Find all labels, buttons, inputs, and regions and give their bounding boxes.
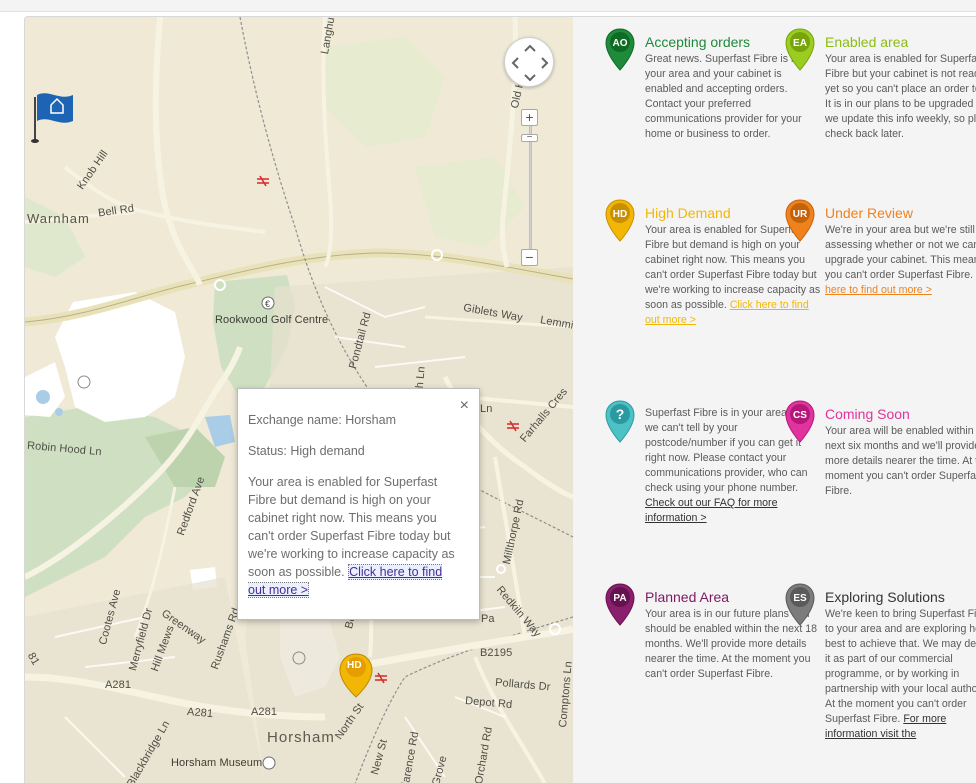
map-label-horsham-museum: Horsham Museum (171, 757, 263, 769)
zoom-in-button[interactable]: + (521, 109, 538, 126)
top-bar (0, 0, 976, 12)
legend-item-ur: UR Under Review We're in your area but we'… (785, 199, 976, 298)
legend-title: Exploring Solutions (825, 589, 945, 605)
map-label-horsham: Horsham (267, 729, 335, 746)
pan-down-icon (524, 74, 536, 82)
popup-status: Status: High demand (248, 444, 365, 458)
legend-description: Your area is enabled for Superfast Fibre… (825, 53, 976, 140)
legend-link[interactable]: Check out our FAQ for more information > (645, 497, 777, 524)
map-pin-icon: EA (785, 28, 815, 71)
map-view[interactable]: € Warnham Bell Rd Knob Hill Langhurst Ol… (25, 17, 573, 783)
map-label-a281-c: A281 (251, 706, 278, 718)
svg-text:HD: HD (613, 209, 627, 220)
svg-text:AO: AO (613, 38, 628, 49)
legend-title: Coming Soon (825, 406, 910, 422)
close-icon[interactable]: × (460, 397, 469, 415)
svg-text:UR: UR (793, 209, 808, 220)
pan-left-icon (511, 57, 519, 69)
legend-title: Enabled area (825, 34, 909, 50)
legend-item-es: ES Exploring Solutions We're keen to bring… (785, 583, 976, 742)
legend-link[interactable]: Click here to find out more > (645, 299, 809, 326)
legend-item-cs: CS Coming Soon Your area will be enabled w… (785, 400, 976, 499)
legend-title: Under Review (825, 205, 913, 221)
map-label-pa: Pa (481, 613, 495, 625)
popup-exchange: Exchange name: Horsham (248, 413, 396, 427)
svg-text:?: ? (616, 406, 625, 422)
pan-right-icon (541, 57, 549, 69)
legend-panel: AO Accepting orders Great news. Superfast … (573, 17, 976, 783)
map-widget: € Warnham Bell Rd Knob Hill Langhurst Ol… (24, 16, 976, 783)
map-label-golf: Rookwood Golf Centre (215, 314, 329, 326)
pan-up-icon (524, 44, 536, 52)
map-pin-icon: ES (785, 583, 815, 626)
zoom-slider-handle[interactable]: − (521, 133, 538, 143)
map-pin-icon: ? (605, 400, 635, 443)
map-label-a281-b: A281 (186, 705, 214, 721)
map-label-b2195: B2195 (480, 647, 513, 659)
legend-item-ea: EA Enabled area Your area is enabled for S… (785, 28, 976, 142)
map-label-a281-a: A281 (105, 679, 132, 691)
svg-text:ES: ES (793, 593, 807, 604)
map-pin-icon: HD (605, 199, 635, 242)
legend-description: We're in your area but we're still asses… (825, 223, 976, 298)
legend-link[interactable]: For more information visit the (825, 713, 946, 740)
home-flag-icon (31, 93, 73, 143)
map-pin-icon: AO (605, 28, 635, 71)
map-label-ln: Ln (480, 403, 493, 415)
map-pin-icon: CS (785, 400, 815, 443)
pan-control[interactable] (504, 37, 554, 87)
svg-text:PA: PA (613, 593, 626, 604)
popup-body: Your area is enabled for Superfast Fibre… (248, 475, 455, 598)
hd-marker-label[interactable]: HD (347, 660, 362, 671)
svg-text:€: € (265, 299, 270, 309)
legend-description: Your area will be enabled within the nex… (825, 425, 976, 497)
map-pin-icon: UR (785, 199, 815, 242)
info-popup: × Exchange name: Horsham Status: High de… (237, 388, 480, 620)
svg-text:EA: EA (793, 38, 807, 49)
map-label-warnham: Warnham (27, 211, 90, 226)
svg-text:CS: CS (793, 410, 807, 421)
zoom-out-button[interactable]: − (521, 249, 538, 266)
legend-description: We're keen to bring Superfast Fibre to y… (825, 608, 976, 740)
legend-link[interactable]: Click here to find out more > (825, 269, 976, 296)
map-pin-icon: PA (605, 583, 635, 626)
